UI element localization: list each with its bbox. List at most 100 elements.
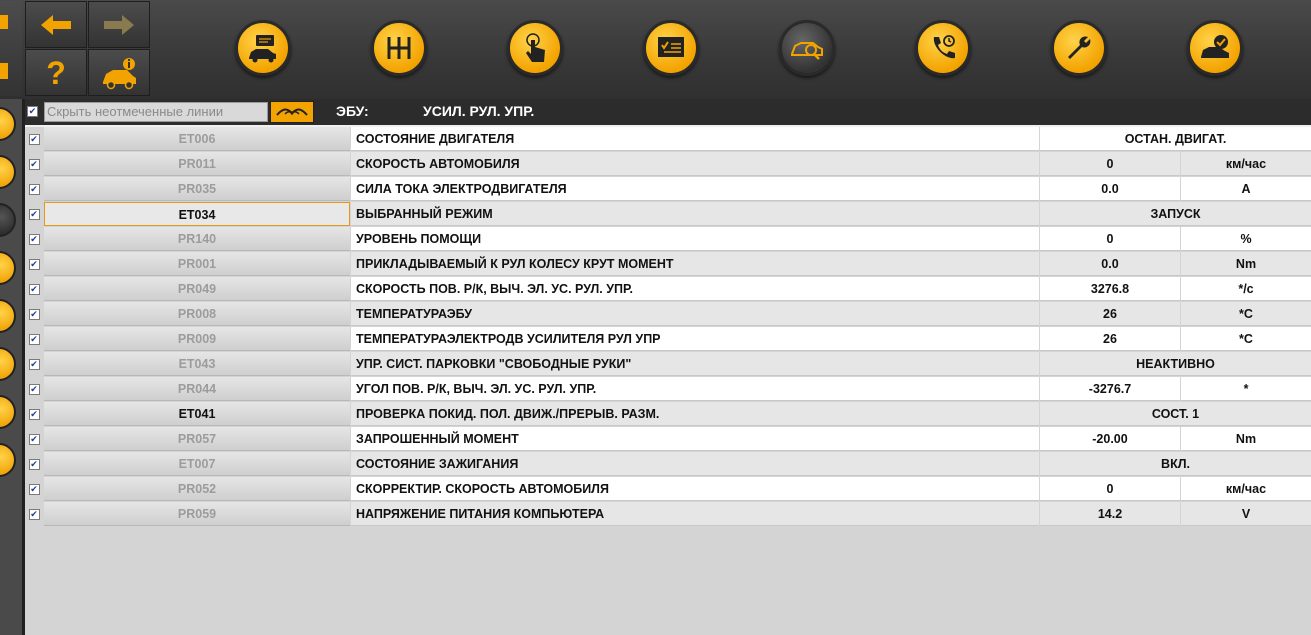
row-code[interactable]: PR044	[44, 377, 350, 401]
row-code[interactable]: PR001	[44, 252, 350, 276]
row-checkbox[interactable]: ✔	[28, 433, 40, 445]
checklist-icon	[658, 37, 684, 57]
table-row[interactable]: ✔ ET041 ПРОВЕРКА ПОКИД. ПОЛ. ДВИЖ./ПРЕРЫВ.…	[25, 402, 1311, 427]
sidebar-button-5[interactable]	[0, 299, 16, 333]
row-code[interactable]: ET043	[44, 352, 350, 376]
row-checkbox[interactable]: ✔	[28, 183, 40, 195]
help-button[interactable]: ?	[25, 49, 87, 96]
row-code[interactable]: PR052	[44, 477, 350, 501]
row-code[interactable]: PR011	[44, 152, 350, 176]
table-row[interactable]: ✔ PR057 ЗАПРОШЕННЫЙ МОМЕНТ -20.00 Nm	[25, 427, 1311, 452]
forward-button[interactable]	[88, 1, 150, 48]
row-value: -3276.7	[1040, 377, 1180, 401]
row-name: СКОРОСТЬ АВТОМОБИЛЯ	[351, 152, 1039, 176]
row-code[interactable]: PR035	[44, 177, 350, 201]
checklist-button[interactable]	[643, 20, 699, 76]
ecu-logo-button[interactable]	[270, 101, 314, 123]
row-checkbox-cell: ✔	[25, 477, 43, 501]
row-checkbox[interactable]: ✔	[28, 158, 40, 170]
sidebar-button-6[interactable]	[0, 347, 16, 381]
row-unit: */c	[1181, 277, 1311, 301]
row-code[interactable]: ET034	[44, 202, 350, 226]
row-checkbox[interactable]: ✔	[28, 258, 40, 270]
ecu-label: ЭБУ:	[336, 103, 369, 119]
table-row[interactable]: ✔ PR001 ПРИКЛАДЫВАЕМЫЙ К РУЛ КОЛЕСУ КРУТ М…	[25, 252, 1311, 277]
phone-support-icon	[933, 35, 955, 59]
row-name: ТЕМПЕРАТУРАЭБУ	[351, 302, 1039, 326]
row-value: НЕАКТИВНО	[1040, 352, 1311, 376]
row-checkbox[interactable]: ✔	[28, 408, 40, 420]
sidebar-button-3[interactable]	[0, 203, 16, 237]
table-row[interactable]: ✔ PR052 СКОРРЕКТИР. СКОРОСТЬ АВТОМОБИЛЯ 0 км…	[25, 477, 1311, 502]
car-message-button[interactable]	[235, 20, 291, 76]
row-name: ТЕМПЕРАТУРАЭЛЕКТРОДВ УСИЛИТЕЛЯ РУЛ УПР	[351, 327, 1039, 351]
row-checkbox[interactable]: ✔	[28, 233, 40, 245]
row-name: ПРИКЛАДЫВАЕМЫЙ К РУЛ КОЛЕСУ КРУТ МОМЕНТ	[351, 252, 1039, 276]
row-value: 0.0	[1040, 252, 1180, 276]
touch-icon	[526, 33, 545, 62]
row-checkbox[interactable]: ✔	[28, 333, 40, 345]
table-row[interactable]: ✔ PR009 ТЕМПЕРАТУРАЭЛЕКТРОДВ УСИЛИТЕЛЯ РУЛ…	[25, 327, 1311, 352]
row-checkbox-cell: ✔	[25, 427, 43, 451]
row-code[interactable]: PR008	[44, 302, 350, 326]
car-diagnostic-button[interactable]	[779, 20, 835, 76]
row-checkbox[interactable]: ✔	[28, 208, 40, 220]
row-checkbox[interactable]: ✔	[28, 358, 40, 370]
table-row[interactable]: ✔ PR049 СКОРОСТЬ ПОВ. Р/К, ВЫЧ. ЭЛ. УС. РУ…	[25, 277, 1311, 302]
edge-arrow-icon	[0, 15, 8, 29]
row-checkbox[interactable]: ✔	[28, 308, 40, 320]
phone-support-button[interactable]	[915, 20, 971, 76]
row-code[interactable]: PR140	[44, 227, 350, 251]
row-value: 0	[1040, 477, 1180, 501]
table-row[interactable]: ✔ PR011 СКОРОСТЬ АВТОМОБИЛЯ 0 км/час	[25, 152, 1311, 177]
brand-logo-icon	[276, 108, 308, 116]
row-name: ВЫБРАННЫЙ РЕЖИМ	[351, 202, 1039, 226]
car-diagnostic-icon	[791, 42, 823, 60]
row-name: НАПРЯЖЕНИЕ ПИТАНИЯ КОМПЬЮТЕРА	[351, 502, 1039, 526]
row-value: 26	[1040, 327, 1180, 351]
row-code[interactable]: PR057	[44, 427, 350, 451]
row-checkbox-cell: ✔	[25, 252, 43, 276]
row-code[interactable]: PR059	[44, 502, 350, 526]
table-row[interactable]: ✔ ET007 СОСТОЯНИЕ ЗАЖИГАНИЯ ВКЛ.	[25, 452, 1311, 477]
row-code[interactable]: ET041	[44, 402, 350, 426]
table-row[interactable]: ✔ PR140 УРОВЕНЬ ПОМОЩИ 0%	[25, 227, 1311, 252]
gearbox-button[interactable]	[371, 20, 427, 76]
hide-unchecked-checkbox[interactable]: ✔	[27, 106, 38, 117]
row-checkbox[interactable]: ✔	[28, 133, 40, 145]
table-row[interactable]: ✔ ET034 ВЫБРАННЫЙ РЕЖИМ ЗАПУСК	[25, 202, 1311, 227]
hide-unchecked-label[interactable]: Скрыть неотмеченные линии	[44, 102, 268, 122]
row-code[interactable]: PR049	[44, 277, 350, 301]
row-checkbox[interactable]: ✔	[28, 508, 40, 520]
car-check-button[interactable]	[1187, 20, 1243, 76]
row-code[interactable]: PR009	[44, 327, 350, 351]
row-code[interactable]: ET007	[44, 452, 350, 476]
sidebar-button-4[interactable]	[0, 251, 16, 285]
row-checkbox[interactable]: ✔	[28, 383, 40, 395]
row-checkbox-cell: ✔	[25, 402, 43, 426]
row-value: ВКЛ.	[1040, 452, 1311, 476]
sidebar-button-1[interactable]	[0, 107, 16, 141]
table-row[interactable]: ✔ PR035 СИЛА ТОКА ЭЛЕКТРОДВИГАТЕЛЯ 0.0 A	[25, 177, 1311, 202]
table-row[interactable]: ✔ PR008 ТЕМПЕРАТУРАЭБУ 26 *C	[25, 302, 1311, 327]
table-row[interactable]: ✔ PR059 НАПРЯЖЕНИЕ ПИТАНИЯ КОМПЬЮТЕРА 14.2 V	[25, 502, 1311, 527]
row-name: СКОРРЕКТИР. СКОРОСТЬ АВТОМОБИЛЯ	[351, 477, 1039, 501]
row-checkbox[interactable]: ✔	[28, 458, 40, 470]
back-button[interactable]	[25, 1, 87, 48]
wrench-button[interactable]	[1051, 20, 1107, 76]
row-checkbox[interactable]: ✔	[28, 483, 40, 495]
row-unit: км/час	[1181, 152, 1311, 176]
sidebar-button-8[interactable]	[0, 443, 16, 477]
wrench-icon	[1068, 36, 1091, 59]
row-checkbox-cell: ✔	[25, 227, 43, 251]
row-checkbox[interactable]: ✔	[28, 283, 40, 295]
table-row[interactable]: ✔ PR044 УГОЛ ПОВ. Р/К, ВЫЧ. ЭЛ. УС. РУЛ. У…	[25, 377, 1311, 402]
sidebar-button-7[interactable]	[0, 395, 16, 429]
edge-panel	[0, 1, 22, 96]
sidebar-button-2[interactable]	[0, 155, 16, 189]
table-row[interactable]: ✔ ET043 УПР. СИСТ. ПАРКОВКИ "СВОБОДНЫЕ РУК…	[25, 352, 1311, 377]
row-code[interactable]: ET006	[44, 127, 350, 151]
vehicle-info-button[interactable]	[88, 49, 150, 96]
touch-button[interactable]	[507, 20, 563, 76]
table-row[interactable]: ✔ ET006 СОСТОЯНИЕ ДВИГАТЕЛЯ ОСТАН. ДВИГАТ.	[25, 127, 1311, 152]
